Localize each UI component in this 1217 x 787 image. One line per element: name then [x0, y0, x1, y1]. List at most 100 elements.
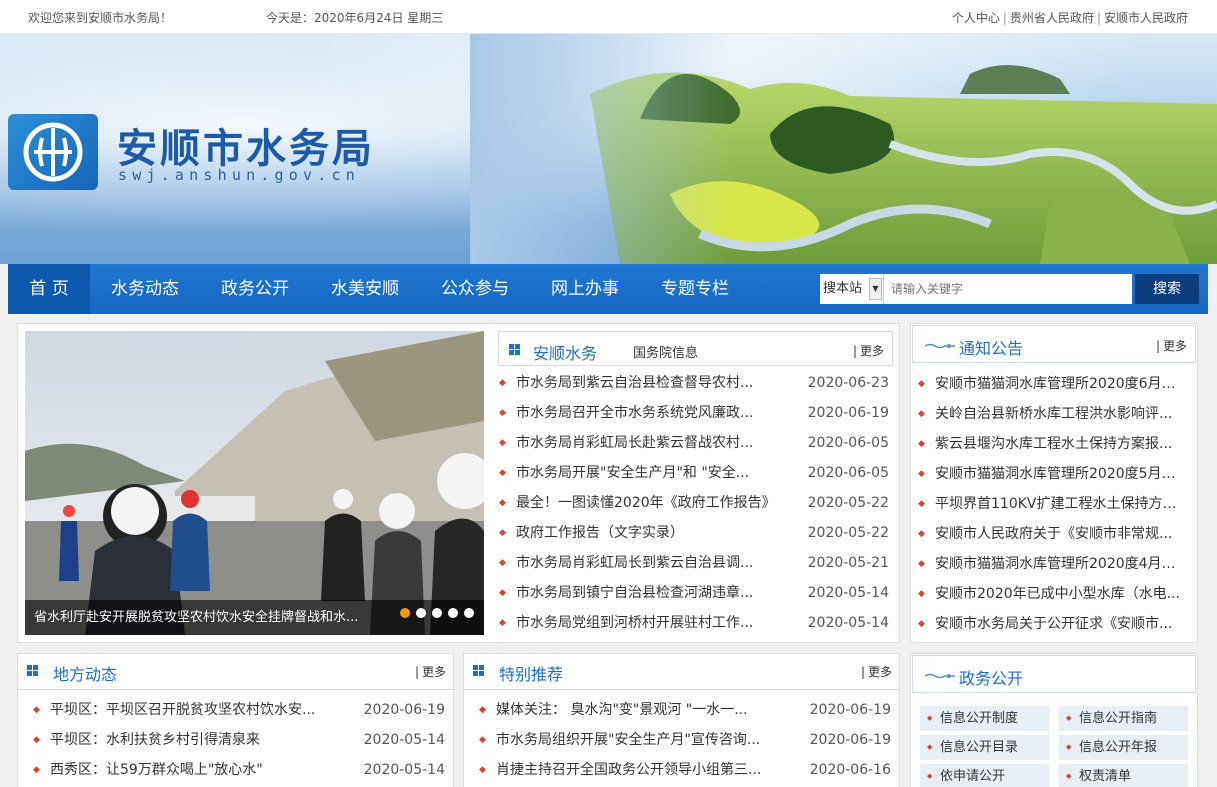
bullet-icon: ◆	[479, 705, 486, 715]
list-item-date: 2020-05-22	[807, 495, 889, 511]
bullet-icon: ◆	[33, 705, 40, 715]
list-item-title[interactable]: 平坝区：水利扶贫乡村引得清泉来	[50, 725, 352, 755]
list-item[interactable]: ◆ 政府工作报告（文字实录） 2020-05-22	[499, 518, 889, 548]
gov-link-disclosure-system[interactable]: 信息公开制度	[920, 706, 1049, 731]
slider-photo	[25, 331, 484, 635]
list-item-title[interactable]: 西秀区：让59万群众喝上"放心水"	[50, 755, 352, 785]
list-item-date: 2020-05-21	[807, 555, 889, 571]
search-scope-select[interactable]: 搜本站 ▼	[820, 274, 884, 304]
list-item-title[interactable]: 政府工作报告（文字实录）	[516, 518, 796, 548]
gov-link-disclosure-catalog[interactable]: 信息公开目录	[920, 735, 1049, 760]
more-link[interactable]: 更多	[415, 663, 446, 680]
list-item[interactable]: ◆ 西秀区：让59万群众喝上"放心水" 2020-05-14	[33, 755, 445, 785]
list-item-title[interactable]: 安顺市猫猫洞水库管理所2020度4月份...	[935, 549, 1185, 579]
slider-dot[interactable]	[400, 608, 410, 618]
list-item[interactable]: ◆ 安顺市2020年已成中小型水库（水电...	[918, 579, 1188, 609]
tab-anshun-water[interactable]: 安顺水务	[533, 340, 597, 364]
gov-link-apply-disclosure[interactable]: 依申请公开	[920, 764, 1049, 787]
slider-dot[interactable]	[416, 608, 426, 618]
nav-online-service[interactable]: 网上办事	[541, 264, 629, 314]
list-item[interactable]: ◆ 紫云县堰沟水库工程水土保持方案报...	[918, 429, 1188, 459]
list-item[interactable]: ◆ 肖捷主持召开全国政务公开领导小组第三... 2020-06-16	[479, 755, 891, 785]
list-item-title[interactable]: 安顺市2020年已成中小型水库（水电...	[935, 579, 1185, 609]
link-personal-center[interactable]: 个人中心	[952, 11, 1000, 25]
list-item[interactable]: ◆ 安顺市猫猫洞水库管理所2020度6月份...	[918, 369, 1188, 399]
list-item-title[interactable]: 市水务局开展"安全生产月"和 "安全...	[516, 458, 796, 488]
nav-water-news[interactable]: 水务动态	[101, 264, 189, 314]
nav-beautiful-anshun[interactable]: 水美安顺	[321, 264, 409, 314]
bullet-icon: ◆	[499, 498, 506, 508]
list-item-title[interactable]: 市水务局到紫云自治县检查督导农村...	[516, 368, 796, 398]
list-item-title[interactable]: 最全！一图读懂2020年《政府工作报告》	[516, 488, 796, 518]
bullet-icon: ◆	[499, 558, 506, 568]
list-item[interactable]: ◆ 市水务局肖彩虹局长到紫云自治县调... 2020-05-21	[499, 548, 889, 578]
gov-link-disclosure-guide[interactable]: 信息公开指南	[1059, 706, 1188, 731]
list-item[interactable]: ◆ 平坝区：水利扶贫乡村引得清泉来 2020-05-14	[33, 725, 445, 755]
list-item[interactable]: ◆ 市水务局肖彩虹局长赴紫云督战农村... 2020-06-05	[499, 428, 889, 458]
list-item-title[interactable]: 安顺市猫猫洞水库管理所2020度6月份...	[935, 369, 1185, 399]
list-item[interactable]: ◆ 市水务局召开全市水务系统党风廉政... 2020-06-19	[499, 398, 889, 428]
nav-gov-open[interactable]: 政务公开	[211, 264, 299, 314]
list-item-title[interactable]: 平坝界首110KV扩建工程水土保持方案...	[935, 489, 1185, 519]
list-item[interactable]: ◆ 市水务局开展"安全生产月"和 "安全... 2020-06-05	[499, 458, 889, 488]
list-item[interactable]: ◆ 市水务局到镇宁自治县检查河湖违章... 2020-05-14	[499, 578, 889, 608]
list-item[interactable]: ◆ 平坝区：平坝区召开脱贫攻坚农村饮水安... 2020-06-19	[33, 695, 445, 725]
list-item-title[interactable]: 紫云县堰沟水库工程水土保持方案报...	[935, 429, 1185, 459]
list-item-title[interactable]: 市水务局组织开展"安全生产月"宣传咨询...	[496, 725, 798, 755]
list-item-title[interactable]: 市水务局党组到河桥村开展驻村工作...	[516, 608, 796, 638]
tab-state-council[interactable]: 国务院信息	[633, 342, 698, 361]
link-anshun-gov[interactable]: 安顺市人民政府	[1104, 11, 1188, 25]
list-item[interactable]: ◆ 最全！一图读懂2020年《政府工作报告》 2020-05-22	[499, 488, 889, 518]
list-item-title[interactable]: 市水务局肖彩虹局长到紫云自治县调...	[516, 548, 796, 578]
water-bureau-logo	[8, 114, 98, 190]
more-link[interactable]: 更多	[861, 663, 892, 680]
list-item-title[interactable]: 安顺市水务局关于公开征求《安顺市...	[935, 609, 1185, 639]
list-item[interactable]: ◆ 安顺市猫猫洞水库管理所2020度4月份...	[918, 549, 1188, 579]
list-item[interactable]: ◆ 平坝界首110KV扩建工程水土保持方案...	[918, 489, 1188, 519]
nav-special-topics[interactable]: 专题专栏	[651, 264, 739, 314]
link-guizhou-gov[interactable]: 贵州省人民政府	[1010, 11, 1094, 25]
news-slider[interactable]: 省水利厅赴安开展脱贫攻坚农村饮水安全挂牌督战和水...	[25, 331, 484, 635]
search-button[interactable]: 搜索	[1135, 274, 1199, 304]
list-item-date: 2020-05-14	[363, 732, 445, 748]
list-item[interactable]: ◆ 市水务局到紫云自治县检查督导农村... 2020-06-23	[499, 368, 889, 398]
search-input[interactable]	[886, 274, 1130, 304]
list-item-title[interactable]: 安顺市人民政府关于《安顺市非常规...	[935, 519, 1185, 549]
grid-icon	[509, 344, 520, 355]
current-date: 今天是：2020年6月24日 星期三	[266, 11, 444, 25]
list-item[interactable]: ◆ 市水务局组织开展"安全生产月"宣传咨询... 2020-06-19	[479, 725, 891, 755]
list-item-date: 2020-05-14	[363, 762, 445, 778]
list-item-date: 2020-05-14	[807, 585, 889, 601]
list-item-title[interactable]: 市水务局肖彩虹局长赴紫云督战农村...	[516, 428, 796, 458]
list-item-title[interactable]: 肖捷主持召开全国政务公开领导小组第三...	[496, 755, 798, 785]
slider-dot[interactable]	[432, 608, 442, 618]
list-item-title[interactable]: 市水务局到镇宁自治县检查河湖违章...	[516, 578, 796, 608]
list-item[interactable]: ◆ 安顺市人民政府关于《安顺市非常规...	[918, 519, 1188, 549]
more-link[interactable]: 更多	[1156, 337, 1187, 354]
list-item-date: 2020-06-05	[807, 435, 889, 451]
nav-home[interactable]: 首 页	[8, 264, 90, 314]
list-item-title[interactable]: 安顺市猫猫洞水库管理所2020度5月份...	[935, 459, 1185, 489]
nav-public-participation[interactable]: 公众参与	[431, 264, 519, 314]
list-item-date: 2020-06-19	[807, 405, 889, 421]
list-item-title[interactable]: 媒体关注： 臭水沟"变"景观河 "一水一...	[496, 695, 798, 725]
more-link[interactable]: 更多	[853, 342, 884, 359]
list-item-date: 2020-05-22	[807, 525, 889, 541]
list-item[interactable]: ◆ 安顺市猫猫洞水库管理所2020度5月份...	[918, 459, 1188, 489]
list-item[interactable]: ◆ 市水务局党组到河桥村开展驻村工作... 2020-05-14	[499, 608, 889, 638]
wave-deco-icon	[925, 343, 955, 349]
list-item[interactable]: ◆ 关岭自治县新桥水库工程洪水影响评...	[918, 399, 1188, 429]
list-item-title[interactable]: 市水务局召开全市水务系统党风廉政...	[516, 398, 796, 428]
list-item-title[interactable]: 关岭自治县新桥水库工程洪水影响评...	[935, 399, 1185, 429]
list-item[interactable]: ◆ 媒体关注： 臭水沟"变"景观河 "一水一... 2020-06-19	[479, 695, 891, 725]
gov-link-power-list[interactable]: 权责清单	[1059, 764, 1188, 787]
slider-dot[interactable]	[464, 608, 474, 618]
slider-dot[interactable]	[448, 608, 458, 618]
gov-link-annual-report[interactable]: 信息公开年报	[1059, 735, 1188, 760]
list-item[interactable]: ◆ 安顺市水务局关于公开征求《安顺市...	[918, 609, 1188, 639]
bullet-icon: ◆	[479, 735, 486, 745]
dropdown-arrow-icon[interactable]: ▼	[869, 278, 882, 300]
site-url: swj.anshun.gov.cn	[118, 166, 360, 184]
list-item-title[interactable]: 平坝区：平坝区召开脱贫攻坚农村饮水安...	[50, 695, 352, 725]
top-links: 个人中心 | 贵州省人民政府 | 安顺市人民政府	[951, 11, 1188, 25]
